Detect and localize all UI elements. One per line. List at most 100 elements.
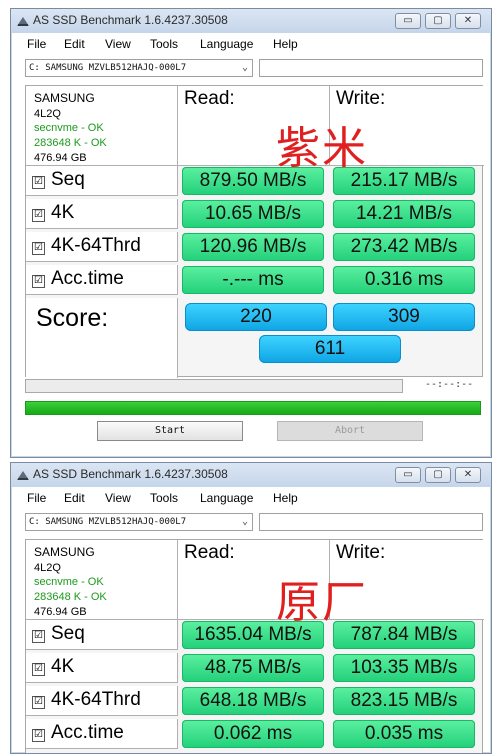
menu-language[interactable]: Language <box>200 491 253 505</box>
close-button[interactable]: ✕ <box>455 13 481 29</box>
test-row-seq[interactable]: ☑ Seq <box>26 620 178 650</box>
window-title: AS SSD Benchmark 1.6.4237.30508 <box>33 467 228 481</box>
title-bar[interactable]: AS SSD Benchmark 1.6.4237.30508 ▭ ▢ ✕ <box>11 9 491 33</box>
chevron-down-icon: ⌄ <box>241 516 248 527</box>
test-label: Seq <box>51 623 85 644</box>
maximize-button[interactable]: ▢ <box>425 467 451 483</box>
4k-read-result: 48.75 MB/s <box>182 654 324 682</box>
overall-progress-bar <box>25 401 481 415</box>
maximize-button[interactable]: ▢ <box>425 13 451 29</box>
menu-language[interactable]: Language <box>200 37 253 51</box>
acctime-write-result: 0.316 ms <box>333 266 475 294</box>
drive-select[interactable]: C: SAMSUNG MZVLB512HAJQ-000L7 ⌄ <box>25 513 253 531</box>
4k-write-result: 103.35 MB/s <box>333 654 475 682</box>
drive-select-value: C: SAMSUNG MZVLB512HAJQ-000L7 <box>29 517 187 527</box>
drive-model: SAMSUNG <box>34 545 95 559</box>
drive-info: SAMSUNG 4L2Q secnvme - OK 283648 K - OK … <box>26 86 178 166</box>
app-icon <box>17 471 29 480</box>
abort-button[interactable]: Abort <box>277 421 423 441</box>
drive-size: 476.94 GB <box>34 606 87 618</box>
benchmark-window-1: AS SSD Benchmark 1.6.4237.30508 ▭ ▢ ✕ Fi… <box>10 8 492 458</box>
test-label: 4K <box>51 656 75 677</box>
alignment-status: 283648 K - OK <box>34 137 107 149</box>
menu-bar: File Edit View Tools Language Help <box>11 491 491 509</box>
menu-tools[interactable]: Tools <box>150 491 178 505</box>
title-bar[interactable]: AS SSD Benchmark 1.6.4237.30508 ▭ ▢ ✕ <box>11 463 491 487</box>
test-row-seq[interactable]: ☑ Seq <box>26 166 178 196</box>
acctime-write-result: 0.035 ms <box>333 720 475 748</box>
drive-model: SAMSUNG <box>34 91 95 105</box>
drive-info: SAMSUNG 4L2Q secnvme - OK 283648 K - OK … <box>26 540 178 620</box>
4k64-checkbox[interactable]: ☑ <box>32 696 45 709</box>
menu-help[interactable]: Help <box>273 491 298 505</box>
read-header-label: Read: <box>184 542 235 563</box>
seq-checkbox[interactable]: ☑ <box>32 176 45 189</box>
score-total: 611 <box>259 335 401 363</box>
4k-checkbox[interactable]: ☑ <box>32 209 45 222</box>
4k64-read-result: 648.18 MB/s <box>182 687 324 715</box>
score-write: 309 <box>333 303 475 331</box>
app-icon <box>17 17 29 26</box>
acctime-read-result: -.--- ms <box>182 266 324 294</box>
test-row-4k64[interactable]: ☑ 4K-64Thrd <box>26 686 178 716</box>
seq-read-result: 1635.04 MB/s <box>182 621 324 649</box>
drive-select-value: C: SAMSUNG MZVLB512HAJQ-000L7 <box>29 63 187 73</box>
acctime-read-result: 0.062 ms <box>182 720 324 748</box>
4k64-read-result: 120.96 MB/s <box>182 233 324 261</box>
close-button[interactable]: ✕ <box>455 467 481 483</box>
test-row-acctime[interactable]: ☑ Acc.time <box>26 265 178 295</box>
window-title: AS SSD Benchmark 1.6.4237.30508 <box>33 13 228 27</box>
acctime-checkbox[interactable]: ☑ <box>32 275 45 288</box>
menu-view[interactable]: View <box>105 37 131 51</box>
test-row-acctime[interactable]: ☑ Acc.time <box>26 719 178 749</box>
4k64-checkbox[interactable]: ☑ <box>32 242 45 255</box>
test-label: Acc.time <box>51 268 124 289</box>
results-panel: SAMSUNG 4L2Q secnvme - OK 283648 K - OK … <box>25 539 484 753</box>
4k64-write-result: 823.15 MB/s <box>333 687 475 715</box>
elapsed-time: --:--:-- <box>425 379 474 390</box>
4k64-write-result: 273.42 MB/s <box>333 233 475 261</box>
overall-progress-fill <box>26 402 480 414</box>
seq-checkbox[interactable]: ☑ <box>32 630 45 643</box>
minimize-button[interactable]: ▭ <box>395 13 421 29</box>
menu-bar: File Edit View Tools Language Help <box>11 37 491 55</box>
drive-firmware: 4L2Q <box>34 108 61 120</box>
alignment-status: 283648 K - OK <box>34 591 107 603</box>
minimize-button[interactable]: ▭ <box>395 467 421 483</box>
benchmark-window-2: AS SSD Benchmark 1.6.4237.30508 ▭ ▢ ✕ Fi… <box>10 462 492 754</box>
drive-select[interactable]: C: SAMSUNG MZVLB512HAJQ-000L7 ⌄ <box>25 59 253 77</box>
drive-firmware: 4L2Q <box>34 562 61 574</box>
test-label: 4K-64Thrd <box>51 235 141 256</box>
test-progress-bar <box>25 379 403 393</box>
start-button[interactable]: Start <box>97 421 243 441</box>
menu-file[interactable]: File <box>27 491 46 505</box>
menu-tools[interactable]: Tools <box>150 37 178 51</box>
drive-info-field[interactable] <box>259 59 483 77</box>
menu-edit[interactable]: Edit <box>64 491 85 505</box>
drive-info-field[interactable] <box>259 513 483 531</box>
menu-view[interactable]: View <box>105 491 131 505</box>
test-label: 4K <box>51 202 75 223</box>
test-label: Seq <box>51 169 85 190</box>
test-label: 4K-64Thrd <box>51 689 141 710</box>
4k-read-result: 10.65 MB/s <box>182 200 324 228</box>
results-panel: SAMSUNG 4L2Q secnvme - OK 283648 K - OK … <box>25 85 484 378</box>
test-label: Acc.time <box>51 722 124 743</box>
seq-write-result: 215.17 MB/s <box>333 167 475 195</box>
write-header-label: Write: <box>336 88 386 109</box>
driver-status: secnvme - OK <box>34 576 104 588</box>
seq-write-result: 787.84 MB/s <box>333 621 475 649</box>
driver-status: secnvme - OK <box>34 122 104 134</box>
score-read: 220 <box>185 303 327 331</box>
menu-help[interactable]: Help <box>273 37 298 51</box>
menu-file[interactable]: File <box>27 37 46 51</box>
score-cell: Score: <box>26 298 178 378</box>
test-row-4k64[interactable]: ☑ 4K-64Thrd <box>26 232 178 262</box>
test-row-4k[interactable]: ☑ 4K <box>26 653 178 683</box>
4k-write-result: 14.21 MB/s <box>333 200 475 228</box>
write-header-label: Write: <box>336 542 386 563</box>
test-row-4k[interactable]: ☑ 4K <box>26 199 178 229</box>
score-label: Score: <box>36 304 109 332</box>
4k-checkbox[interactable]: ☑ <box>32 663 45 676</box>
menu-edit[interactable]: Edit <box>64 37 85 51</box>
